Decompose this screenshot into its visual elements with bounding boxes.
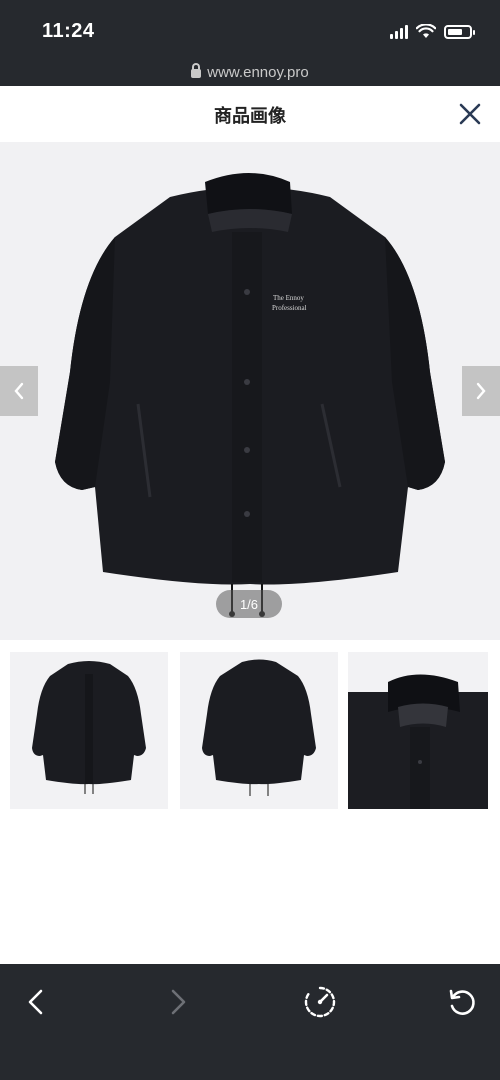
chevron-left-icon — [14, 382, 24, 400]
jacket-back-thumbnail — [202, 659, 316, 796]
close-button[interactable] — [454, 98, 486, 130]
battery-icon — [444, 25, 475, 39]
jacket-print-line1: The Ennoy — [273, 294, 304, 302]
thumbnail-collar-detail[interactable] — [348, 652, 488, 809]
url-bar[interactable]: www.ennoy.pro — [0, 58, 500, 86]
status-icons — [390, 22, 475, 42]
thumbnail-strip — [0, 640, 500, 820]
image-counter: 1/6 — [216, 590, 282, 618]
wifi-icon — [416, 24, 436, 38]
back-button[interactable] — [16, 982, 56, 1022]
next-image-button[interactable] — [462, 366, 500, 416]
thumbnail-front[interactable] — [10, 652, 168, 809]
close-icon — [459, 103, 481, 125]
jacket-front-image: The Ennoy Professional — [55, 173, 445, 617]
browser-toolbar — [0, 964, 500, 1080]
main-product-image[interactable]: The Ennoy Professional 1/6 — [0, 142, 500, 640]
speedometer-icon — [304, 986, 336, 1018]
jacket-print-line2: Professional — [272, 304, 307, 312]
forward-arrow-icon — [171, 989, 186, 1015]
modal-header: 商品画像 — [0, 86, 500, 142]
speed-dial-button[interactable] — [300, 982, 340, 1022]
signal-icon — [390, 25, 408, 39]
back-arrow-icon — [28, 989, 43, 1015]
jacket-collar-detail-thumbnail — [348, 674, 488, 809]
modal-title: 商品画像 — [214, 106, 286, 126]
forward-button[interactable] — [158, 982, 198, 1022]
jacket-front-thumbnail — [32, 661, 146, 794]
reload-button[interactable] — [442, 982, 482, 1022]
reload-icon — [449, 989, 475, 1015]
status-bar: 11:24 — [0, 0, 500, 58]
status-time: 11:24 — [42, 20, 95, 42]
lock-icon — [191, 63, 202, 78]
url-text: www.ennoy.pro — [207, 63, 309, 81]
chevron-right-icon — [476, 382, 486, 400]
previous-image-button[interactable] — [0, 366, 38, 416]
thumbnail-back[interactable] — [180, 652, 338, 809]
